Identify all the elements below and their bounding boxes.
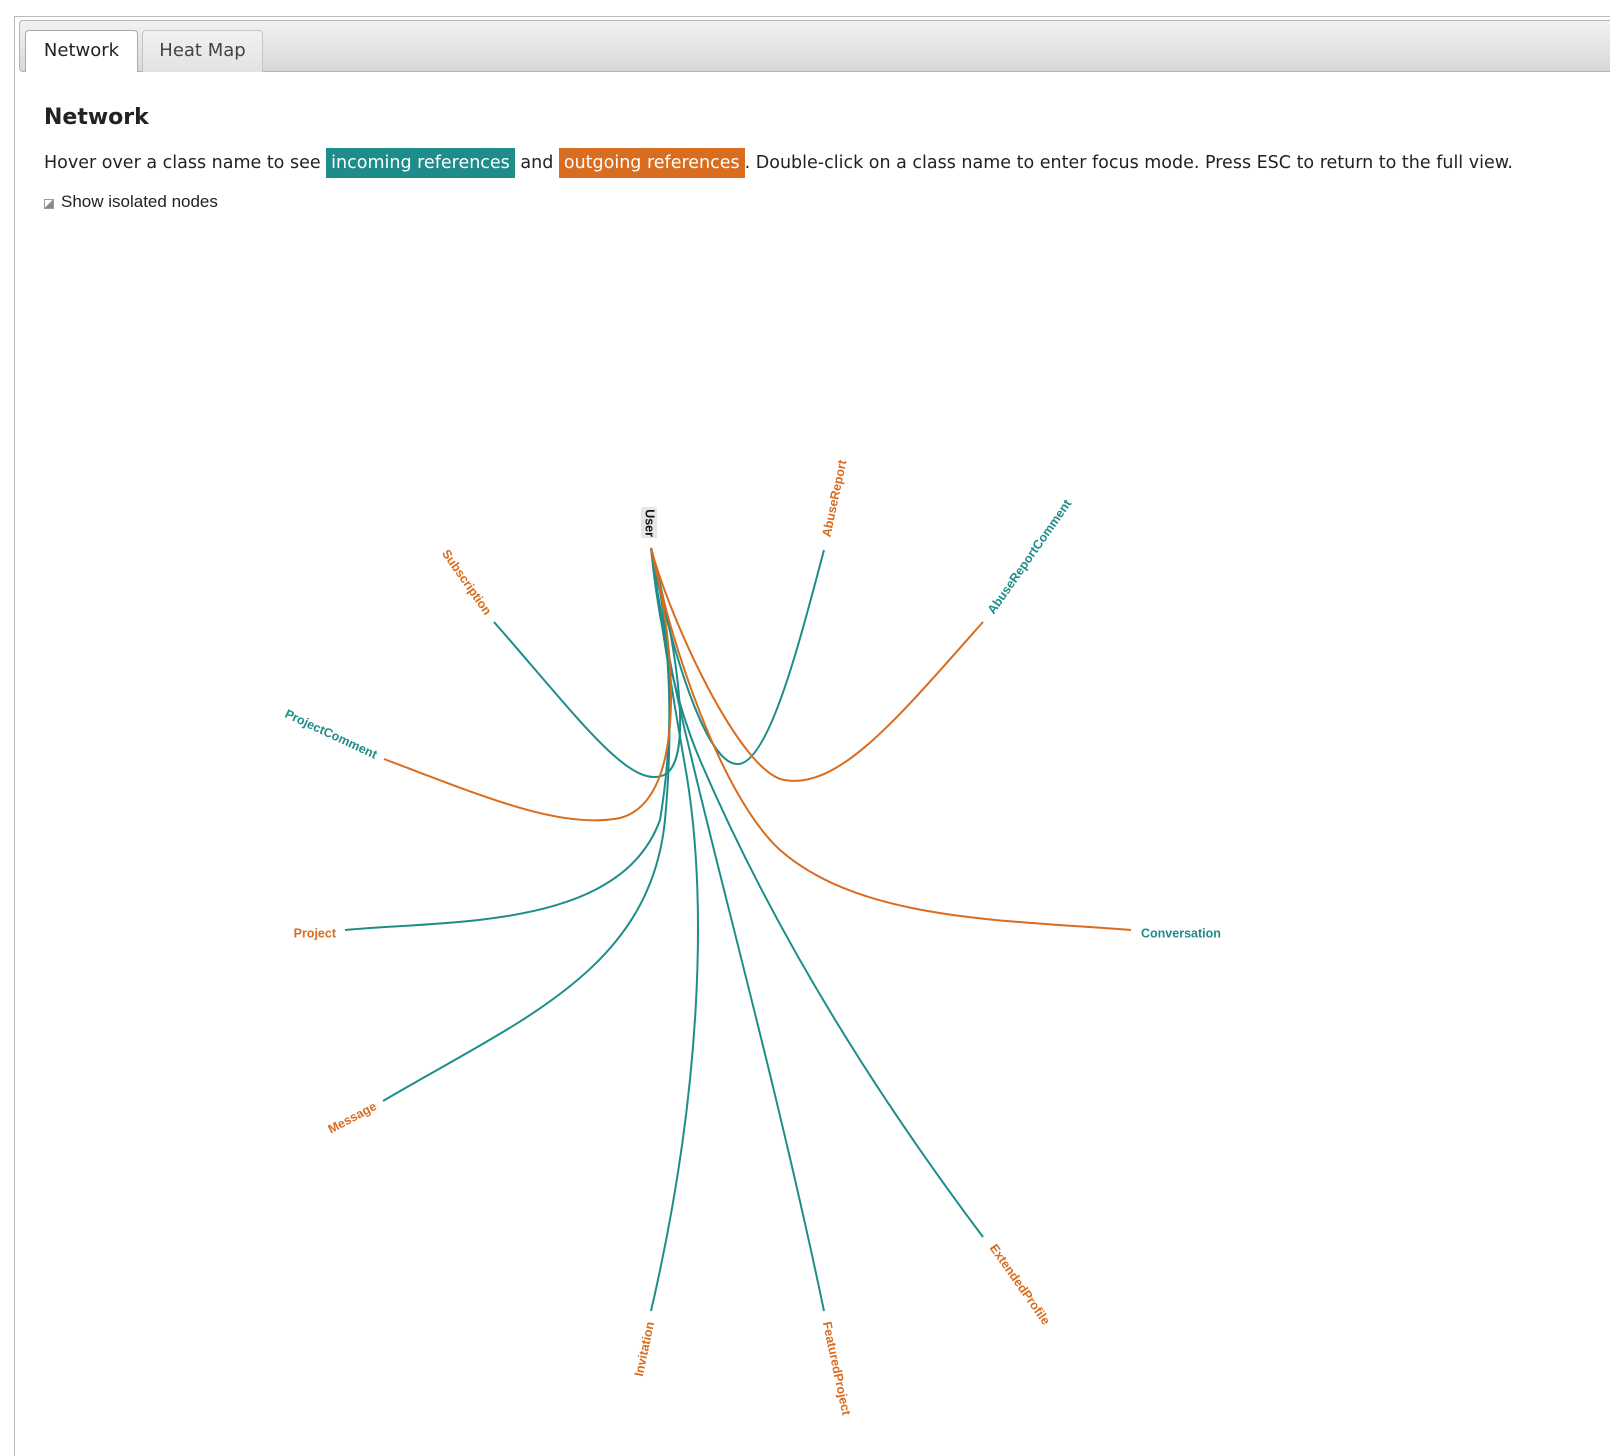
node-label-extendedprofile[interactable]: ExtendedProfile <box>987 1242 1053 1328</box>
edge-featuredproject-to-user <box>650 547 825 1312</box>
node-label-project[interactable]: Project <box>294 926 337 940</box>
node-label-invitation[interactable]: Invitation <box>632 1320 657 1377</box>
edges-layer <box>344 547 1132 1312</box>
edge-projectcomment-to-user <box>383 547 672 822</box>
network-graph: User AbuseReport AbuseReportComment Convers… <box>283 458 1221 1417</box>
edge-extendedprofile-to-user <box>650 547 984 1238</box>
node-label-conversation[interactable]: Conversation <box>1141 926 1221 940</box>
labels-layer: User AbuseReport AbuseReportComment Convers… <box>283 458 1221 1417</box>
edge-message-to-user <box>382 547 671 1102</box>
node-label-user[interactable]: User <box>643 509 657 537</box>
node-label-featuredproject[interactable]: FeaturedProject <box>820 1320 854 1417</box>
edge-abusereportcomment-to-user <box>650 547 984 782</box>
node-label-projectcomment[interactable]: ProjectComment <box>283 707 380 762</box>
edge-abusereport-to-user <box>650 547 825 766</box>
node-label-abusereport[interactable]: AbuseReport <box>819 458 849 538</box>
edge-project-to-user <box>344 547 671 931</box>
node-label-subscription[interactable]: Subscription <box>439 547 494 618</box>
edge-conversation-to-user <box>650 547 1132 931</box>
node-label-abusereportcomment[interactable]: AbuseReportComment <box>985 496 1075 616</box>
edge-subscription-to-user <box>493 547 682 778</box>
node-label-message[interactable]: Message <box>326 1099 379 1136</box>
